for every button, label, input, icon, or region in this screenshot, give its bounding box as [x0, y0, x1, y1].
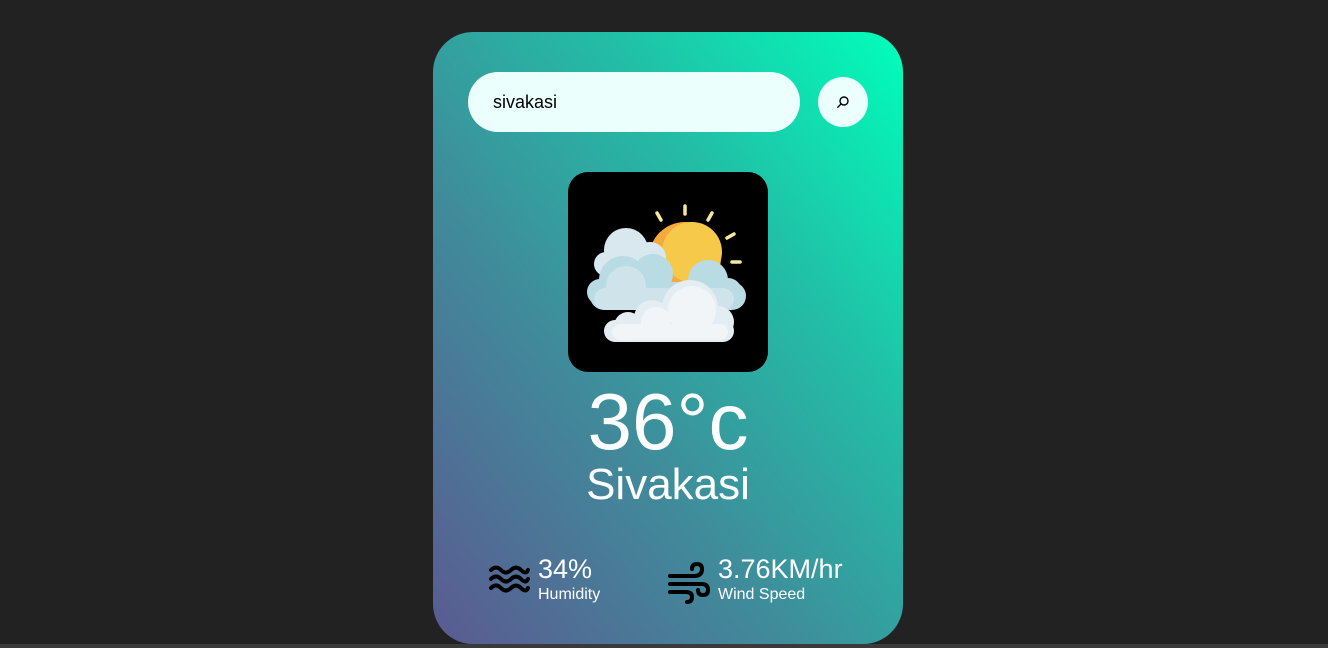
- search-input[interactable]: [468, 72, 800, 132]
- temperature: 36°c: [587, 377, 749, 466]
- humidity-waves-icon: [489, 565, 530, 593]
- wind-speed-label: Wind Speed: [718, 586, 806, 603]
- humidity-detail: 34% Humidity: [488, 552, 638, 608]
- wind-icon: [668, 562, 710, 604]
- search-icon: [837, 96, 849, 108]
- humidity-value: 34%: [538, 554, 593, 584]
- weather-card: 36°c Sivakasi 34% Humidity 3.76: [433, 32, 903, 644]
- wind-speed-value: 3.76KM/hr: [718, 554, 843, 584]
- weather-icon-box: [568, 172, 768, 372]
- wind-detail: 3.76KM/hr Wind Speed: [668, 552, 868, 608]
- bottom-edge: [0, 644, 1328, 648]
- city-name: Sivakasi: [586, 460, 750, 509]
- partly-cloudy-icon: [587, 204, 746, 342]
- page: 36°c Sivakasi 34% Humidity 3.76: [0, 0, 1328, 648]
- search-button[interactable]: [818, 77, 868, 127]
- search-bar: [468, 72, 868, 132]
- humidity-label: Humidity: [538, 586, 601, 603]
